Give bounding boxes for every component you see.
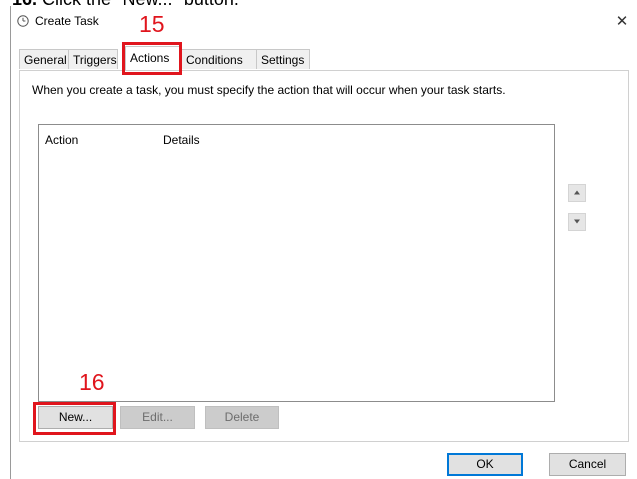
tab-actions[interactable]: Actions [125, 46, 182, 71]
tab-conditions[interactable]: Conditions [181, 49, 257, 69]
tab-general[interactable]: General [19, 49, 69, 69]
cancel-button[interactable]: Cancel [549, 453, 626, 476]
close-icon[interactable]: ✕ [612, 12, 632, 32]
column-header-action[interactable]: Action [45, 133, 78, 147]
actions-description: When you create a task, you must specify… [32, 83, 506, 97]
ok-button[interactable]: OK [447, 453, 523, 476]
arrow-down-icon [574, 219, 580, 224]
title-bar: Create Task ✕ [11, 6, 637, 36]
edit-action-button[interactable]: Edit... [120, 406, 195, 429]
tab-settings[interactable]: Settings [256, 49, 310, 69]
step-16-label: 16 [79, 369, 105, 395]
move-up-button[interactable] [568, 184, 586, 202]
actions-list[interactable]: Action Details [38, 124, 555, 402]
create-task-dialog: Create Task ✕ General Triggers Actions C… [10, 6, 637, 479]
delete-action-button[interactable]: Delete [205, 406, 279, 429]
tab-triggers[interactable]: Triggers [68, 49, 118, 69]
new-action-button[interactable]: New... [38, 406, 113, 429]
move-down-button[interactable] [568, 213, 586, 231]
window-title: Create Task [35, 14, 99, 28]
column-header-details[interactable]: Details [163, 133, 200, 147]
screen: 16. Click the "New..." button. Create Ta… [0, 0, 637, 479]
clock-icon [17, 15, 29, 27]
step-15-label: 15 [139, 11, 165, 37]
arrow-up-icon [574, 190, 580, 195]
